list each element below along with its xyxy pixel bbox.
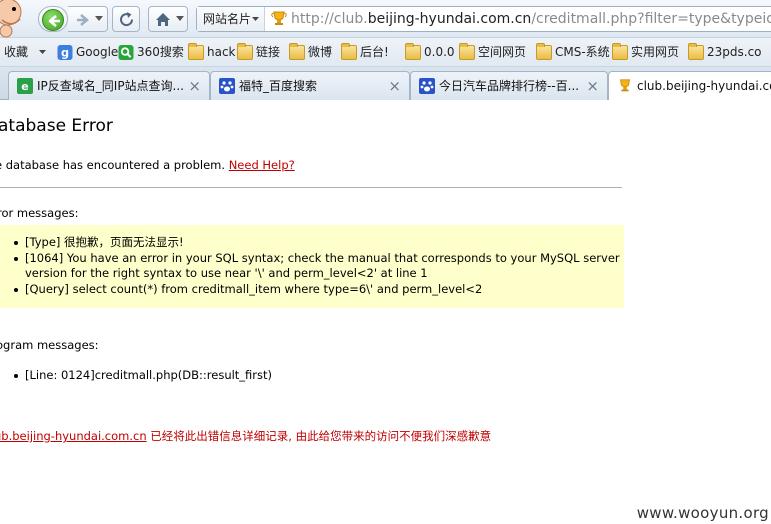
dropdown-caret-icon — [39, 50, 46, 54]
url-domain: beijing-hyundai.com.cn — [367, 11, 532, 27]
bookmark-label: Google — [76, 45, 119, 59]
bookmark-label: CMS-系统 — [555, 45, 610, 59]
folder-icon — [405, 43, 421, 60]
list-item: [Line: 0124]creditmall.php(DB::result_fi… — [10, 368, 610, 384]
divider — [0, 187, 622, 188]
tab-car-ranking[interactable]: 今日汽车品牌排行榜--百... × — [410, 71, 608, 100]
need-help-link[interactable]: Need Help? — [229, 158, 295, 172]
home-button[interactable] — [148, 6, 188, 32]
bookmark-label: 微博 — [308, 45, 333, 59]
baidu-paw-icon — [419, 78, 435, 94]
list-item: [Type] 很抱歉，页面无法显示! — [10, 235, 622, 251]
site-info-menu[interactable]: 网站名片 — [197, 7, 265, 31]
360-search-icon — [118, 45, 134, 60]
tab-hyundai-active[interactable]: club.beijing-hyundai.com.cn... — [608, 71, 771, 101]
history-dropdown-icon[interactable] — [95, 16, 103, 21]
bookmark-label: 23pds.co — [707, 45, 762, 59]
folder-icon — [536, 43, 552, 60]
folder-icon — [237, 43, 253, 60]
chevron-down-icon — [252, 17, 259, 21]
reload-icon — [120, 12, 134, 27]
bookmark-label: 实用网页 — [631, 45, 680, 59]
svg-text:g: g — [61, 47, 69, 60]
error-intro: e database has encountered a problem. Ne… — [0, 158, 295, 172]
error-footer: ub.beijing-hyundai.com.cn 已经将此出错信息详细记录, … — [0, 428, 491, 444]
bullet — [14, 241, 18, 245]
tab-ford-baidu[interactable]: 福特_百度搜索 × — [210, 71, 410, 100]
url-prefix: http://club. — [291, 11, 368, 27]
site-home-link[interactable]: ub.beijing-hyundai.com.cn — [0, 429, 147, 443]
bookmark-label: hack — [207, 45, 236, 59]
error-messages-box: [Type] 很抱歉，页面无法显示! [1064] You have an er… — [0, 225, 624, 308]
folder-icon — [289, 43, 305, 60]
svg-text:e: e — [21, 80, 28, 93]
error-messages-list: [Type] 很抱歉，页面无法显示! [1064] You have an er… — [10, 235, 622, 297]
site-info-label: 网站名片 — [203, 12, 252, 26]
tab-title: 福特_百度搜索 — [239, 79, 318, 93]
trophy-icon — [620, 79, 630, 92]
error-footer-text: 已经将此出错信息详细记录, 由此给您带来的访问不便我们深感歉意 — [146, 429, 492, 443]
bookmark-label: 后台! — [360, 45, 389, 59]
program-messages-list: [Line: 0124]creditmall.php(DB::result_fi… — [10, 368, 610, 384]
bookmark-label: 收藏 — [4, 45, 29, 59]
bullet — [14, 374, 18, 378]
ip-lookup-icon: e — [17, 78, 33, 94]
home-dropdown-icon[interactable] — [176, 16, 184, 21]
error-intro-text: e database has encountered a problem. — [0, 158, 226, 172]
close-tab-icon[interactable]: × — [388, 78, 401, 94]
folder-icon — [688, 43, 704, 60]
program-message-text: [Line: 0124]creditmall.php(DB::result_fi… — [25, 368, 273, 382]
bookmark-label: 360搜索 — [137, 45, 184, 59]
tab-ip-lookup[interactable]: e IP反查域名_同IP站点查询... × — [8, 71, 210, 100]
google-icon: g — [57, 45, 73, 60]
error-messages-label: ror messages: — [0, 206, 79, 220]
reload-button[interactable] — [112, 6, 140, 32]
page-title: atabase Error — [0, 116, 113, 136]
watermark: www.wooyun.org — [636, 504, 769, 522]
bullet — [14, 287, 18, 292]
folder-icon — [188, 43, 204, 60]
close-tab-icon[interactable]: × — [188, 78, 201, 94]
folder-icon — [612, 43, 628, 60]
bookmark-label: 空间网页 — [478, 45, 527, 59]
error-message-text: [Type] 很抱歉，页面无法显示! — [25, 235, 184, 249]
close-tab-icon[interactable]: × — [586, 78, 599, 94]
trophy-icon — [271, 11, 287, 25]
folder-icon — [459, 43, 475, 60]
browser-mascot-icon — [0, 0, 30, 38]
error-message-text: [1064] You have an error in your SQL syn… — [25, 250, 620, 281]
bookmarks-bar: 收藏 g Google 360搜索 hack 链接 微博 后台! 0.0.0 空… — [0, 38, 771, 67]
bullet — [14, 256, 18, 261]
bookmark-label: 0.0.0 — [424, 45, 455, 59]
back-button[interactable] — [38, 6, 68, 32]
url-path: /creditmall.php?filter=type&typeid=6' — [531, 11, 771, 27]
forward-arrow-icon — [77, 14, 89, 26]
list-item: [1064] You have an error in your SQL syn… — [10, 251, 622, 282]
tab-title: club.beijing-hyundai.com.cn... — [637, 79, 771, 93]
address-bar[interactable]: 网站名片 http://club.beijing-hyundai.com.cn/… — [196, 6, 771, 32]
program-messages-label: ogram messages: — [0, 338, 99, 352]
page-content: atabase Error e database has encountered… — [0, 100, 771, 524]
back-arrow-icon — [42, 9, 64, 31]
home-icon — [156, 13, 170, 26]
url-field[interactable]: http://club.beijing-hyundai.com.cn/credi… — [291, 7, 771, 31]
forward-button[interactable] — [68, 6, 108, 32]
navigation-toolbar: 网站名片 http://club.beijing-hyundai.com.cn/… — [0, 0, 771, 38]
baidu-paw-icon — [219, 78, 235, 94]
list-item: [Query] select count(*) from creditmall_… — [10, 282, 622, 298]
folder-icon — [341, 43, 357, 60]
tab-strip: e IP反查域名_同IP站点查询... × 福特_百度搜索 × 今日汽车品牌排行… — [0, 67, 771, 101]
error-message-text: [Query] select count(*) from creditmall_… — [25, 281, 483, 296]
tab-title: 今日汽车品牌排行榜--百... — [439, 79, 580, 93]
tab-title: IP反查域名_同IP站点查询... — [37, 79, 184, 93]
bookmark-label: 链接 — [256, 45, 281, 59]
